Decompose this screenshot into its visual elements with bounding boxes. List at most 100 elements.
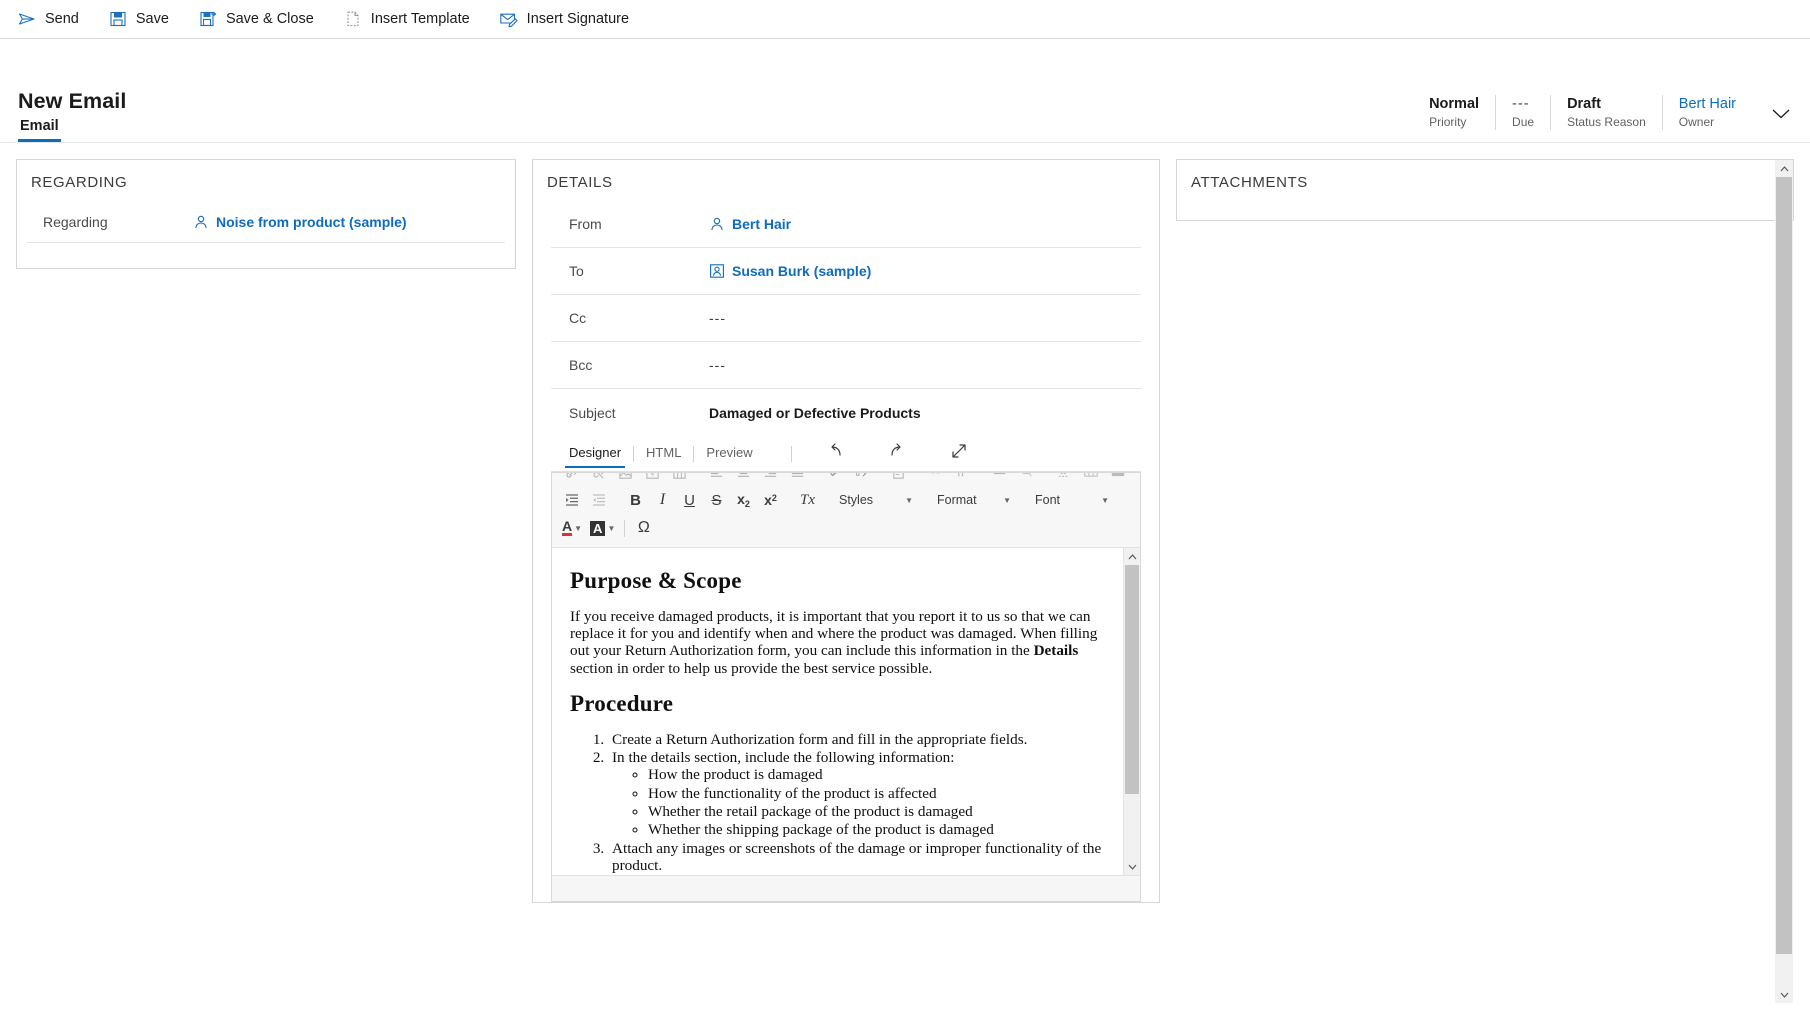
header-stat-status-reason[interactable]: Draft Status Reason (1550, 95, 1662, 130)
to-value[interactable]: Susan Burk (sample) (709, 263, 871, 279)
link-icon[interactable] (559, 473, 584, 486)
tab-html-label: HTML (646, 445, 681, 460)
bcc-value[interactable]: --- (709, 357, 726, 373)
tab-preview[interactable]: Preview (694, 439, 764, 468)
quote-icon[interactable] (923, 473, 948, 486)
paste-word-icon[interactable]: d (849, 473, 874, 486)
details-section-title: DETAILS (533, 160, 1159, 201)
tab-html[interactable]: HTML (634, 439, 693, 468)
scroll-up-icon[interactable] (1124, 548, 1140, 565)
image-icon[interactable] (613, 473, 638, 486)
header-stat-owner[interactable]: Bert Hair Owner (1662, 95, 1752, 130)
field-row-subject[interactable]: Subject Damaged or Defective Products (551, 389, 1141, 436)
size-dropdown[interactable]: Size ▼ (1126, 489, 1133, 512)
scroll-down-icon[interactable] (1124, 858, 1140, 875)
field-row-bcc[interactable]: Bcc --- (551, 342, 1141, 389)
paste-text-icon[interactable] (886, 473, 911, 486)
insert-signature-button[interactable]: Insert Signature (498, 0, 643, 38)
cc-label: Cc (569, 310, 709, 326)
field-row-from[interactable]: From Bert Hair (551, 201, 1141, 248)
styles-dropdown[interactable]: Styles ▼ (832, 489, 918, 512)
email-body-content[interactable]: Purpose & Scope If you receive damaged p… (552, 548, 1123, 875)
anchor-icon[interactable] (822, 473, 847, 486)
italic-button[interactable]: I (650, 488, 675, 513)
header-stat-priority[interactable]: Normal Priority (1413, 95, 1495, 130)
save-close-icon (199, 10, 217, 28)
subject-value[interactable]: Damaged or Defective Products (709, 405, 921, 421)
underline-button[interactable]: U (677, 488, 702, 513)
attachments-section-title: ATTACHMENTS (1177, 160, 1793, 201)
body-heading-purpose: Purpose & Scope (570, 568, 1105, 594)
remove-icon[interactable] (1014, 473, 1039, 486)
scrollbar-track[interactable] (1124, 565, 1140, 858)
redo-button[interactable] (880, 440, 914, 468)
indent-decrease-icon[interactable] (586, 488, 611, 513)
priority-label: Priority (1429, 115, 1479, 130)
header-stats: Normal Priority --- Due Draft Status Rea… (1413, 95, 1752, 130)
form-body: REGARDING Regarding Noise from product (… (0, 143, 1810, 1020)
superscript-button[interactable]: x2 (758, 488, 783, 513)
rich-text-editor: d (551, 472, 1141, 902)
regarding-section: REGARDING Regarding Noise from product (… (16, 159, 516, 269)
rte-toolbar-row-main: B I U S x2 (559, 486, 1133, 514)
page-break-icon[interactable] (1051, 473, 1076, 486)
to-label: To (569, 263, 709, 279)
from-value[interactable]: Bert Hair (709, 216, 791, 232)
horizontal-rule-icon[interactable] (987, 473, 1012, 486)
align-justify-icon[interactable] (785, 473, 810, 486)
scrollbar-thumb[interactable] (1776, 177, 1792, 954)
regarding-field-row[interactable]: Regarding Noise from product (sample) (27, 201, 505, 243)
insert-template-button[interactable]: Insert Template (342, 0, 484, 38)
unlink-icon[interactable] (586, 473, 611, 486)
chevron-down-icon: ▼ (1101, 496, 1109, 505)
rte-toolbar: d (552, 473, 1140, 548)
save-and-close-button[interactable]: Save & Close (197, 0, 328, 38)
background-color-icon: A ▼ (590, 521, 615, 536)
format-dropdown[interactable]: Format ▼ (930, 489, 1016, 512)
scroll-down-icon[interactable] (1775, 986, 1793, 1003)
subscript-button[interactable]: x2 (731, 488, 756, 513)
attachments-section: ATTACHMENTS (1176, 159, 1794, 221)
contact-icon (709, 216, 725, 232)
chevron-down-icon: ▼ (905, 496, 913, 505)
smiley-icon[interactable] (1105, 473, 1130, 486)
background-color-button[interactable]: A ▼ (587, 516, 618, 541)
email-body-editor: Designer HTML Preview (551, 436, 1141, 902)
strikethrough-button[interactable]: S (704, 488, 729, 513)
field-row-cc[interactable]: Cc --- (551, 295, 1141, 342)
regarding-field-value[interactable]: Noise from product (sample) (193, 214, 407, 230)
remove-format-icon: Tx (800, 492, 815, 509)
field-row-to[interactable]: To Susan Burk (sample) (551, 248, 1141, 295)
remove-format-button[interactable]: Tx (795, 488, 820, 513)
details-panel-scrollbar[interactable] (1775, 160, 1793, 1003)
align-right-icon[interactable] (758, 473, 783, 486)
owner-value[interactable]: Bert Hair (1679, 95, 1736, 113)
indent-increase-icon[interactable] (559, 488, 584, 513)
save-button[interactable]: Save (107, 0, 183, 38)
scrollbar-thumb[interactable] (1125, 565, 1139, 794)
editor-inner-scrollbar[interactable] (1123, 548, 1140, 875)
align-center-icon[interactable] (731, 473, 756, 486)
send-button[interactable]: Send (16, 0, 93, 38)
special-character-button[interactable]: Ω (631, 516, 656, 541)
align-left-icon[interactable] (704, 473, 729, 486)
undo-button[interactable] (818, 440, 852, 468)
header-stat-due[interactable]: --- Due (1495, 95, 1550, 130)
header-expand-button[interactable] (1766, 101, 1796, 131)
cc-value[interactable]: --- (709, 310, 726, 326)
font-dropdown-label: Font (1035, 493, 1060, 507)
flash-icon[interactable] (640, 473, 665, 486)
table-icon[interactable] (667, 473, 692, 486)
regarding-section-title: REGARDING (17, 160, 515, 201)
text-color-button[interactable]: A ▼ (559, 516, 585, 541)
rte-toolbar-row-color: A ▼ A ▼ (559, 514, 1133, 542)
scroll-up-icon[interactable] (1775, 160, 1793, 177)
expand-button[interactable] (942, 440, 976, 468)
tab-designer[interactable]: Designer (557, 439, 633, 468)
blockquote-icon[interactable] (950, 473, 975, 486)
bold-button[interactable]: B (623, 488, 648, 513)
div-icon[interactable] (1078, 473, 1103, 486)
font-dropdown[interactable]: Font ▼ (1028, 489, 1114, 512)
scrollbar-track[interactable] (1775, 177, 1793, 986)
tab-email[interactable]: Email (18, 114, 61, 142)
